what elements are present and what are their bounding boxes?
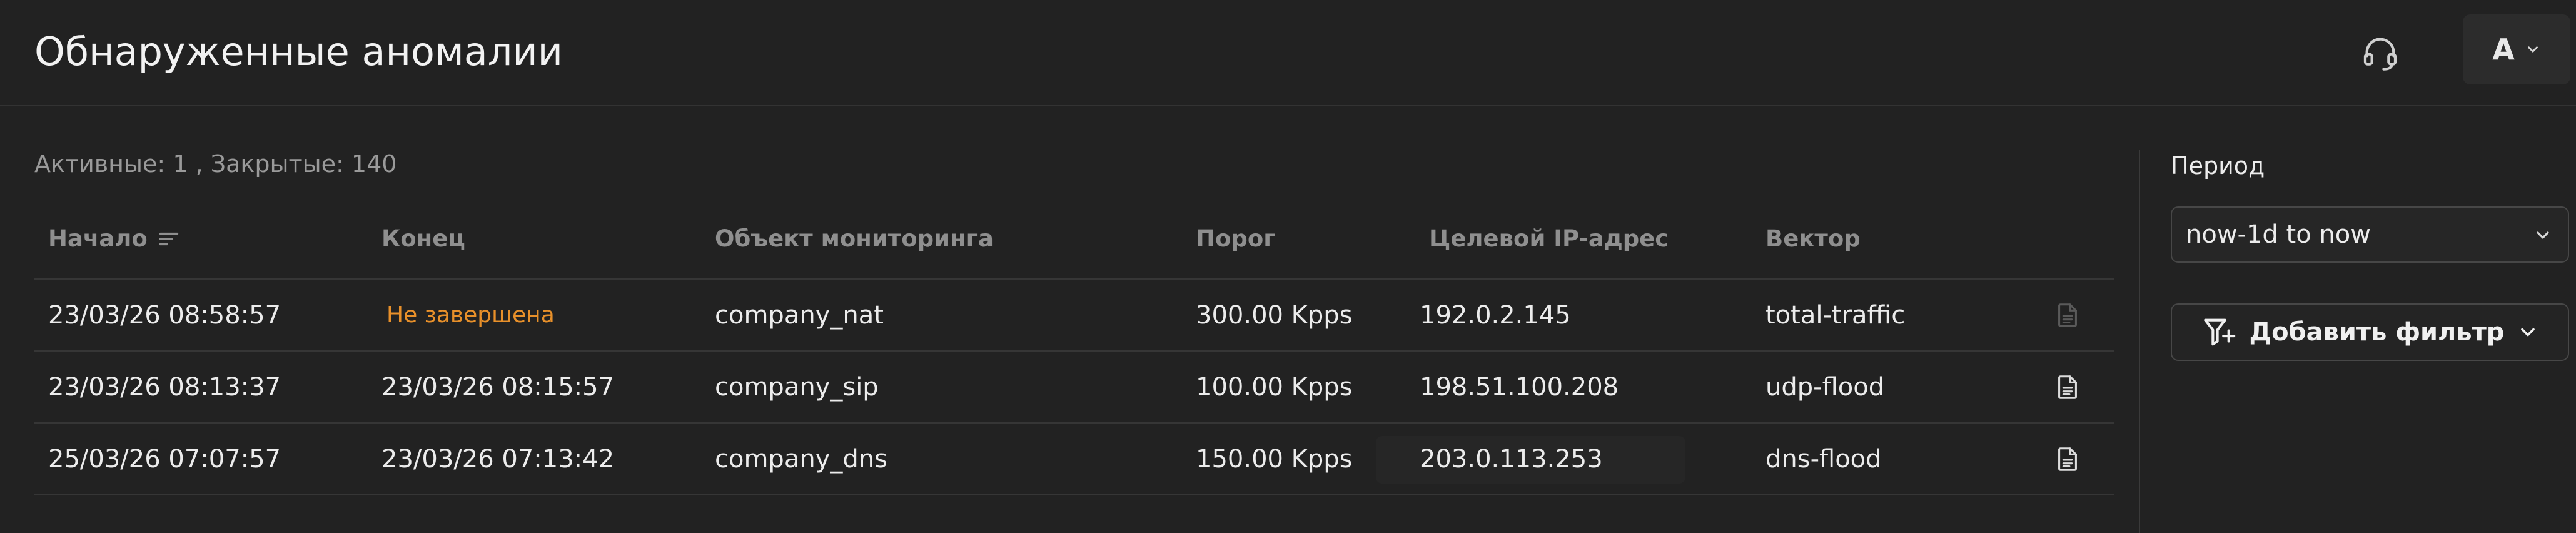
filter-plus-icon <box>2203 318 2235 346</box>
headset-icon <box>2363 38 2397 71</box>
column-header-target-ip: Целевой IP-адрес <box>1429 225 1669 252</box>
chevron-down-icon <box>2527 46 2538 53</box>
cell-target-ip[interactable]: 203.0.113.253 <box>1420 424 1603 494</box>
cell-start: 23/03/26 08:58:57 <box>48 300 281 330</box>
table-row[interactable]: 25/03/26 07:07:57 23/03/26 07:13:42 comp… <box>34 424 2114 495</box>
report-button[interactable] <box>2053 352 2082 422</box>
cell-threshold: 100.00 Kpps <box>1196 372 1353 402</box>
document-icon <box>2058 303 2077 327</box>
column-header-threshold: Порог <box>1196 225 1276 252</box>
document-icon <box>2058 447 2077 471</box>
report-button[interactable] <box>2053 280 2082 350</box>
closed-count: 140 <box>351 150 397 178</box>
column-header-vector: Вектор <box>1765 225 1861 252</box>
summary-separator: , <box>195 150 203 178</box>
add-filter-label: Добавить фильтр <box>2249 318 2505 347</box>
page-header: Обнаруженные аномалии A <box>0 0 2576 106</box>
cell-object: company_nat <box>715 300 884 330</box>
document-icon <box>2058 375 2077 399</box>
cell-vector: dns-flood <box>1765 444 1882 474</box>
table-row[interactable]: 23/03/26 08:58:57 Не завершена company_n… <box>34 280 2114 352</box>
anomaly-summary: Активные: 1 , Закрытые: 140 <box>34 150 397 178</box>
period-value: now-1d to now <box>2186 220 2371 249</box>
cell-target-ip: 192.0.2.145 <box>1420 300 1571 330</box>
avatar: A <box>2492 33 2515 66</box>
cell-threshold: 300.00 Kpps <box>1196 300 1353 330</box>
anomalies-table: Начало Конец Объект мониторинга Порог Це… <box>34 206 2114 495</box>
table-header: Начало Конец Объект мониторинга Порог Це… <box>34 206 2114 280</box>
cell-vector: total-traffic <box>1765 300 1906 330</box>
table-row[interactable]: 23/03/26 08:13:37 23/03/26 08:15:57 comp… <box>34 352 2114 424</box>
cell-end: 23/03/26 07:13:42 <box>381 444 615 474</box>
cell-target-ip: 198.51.100.208 <box>1420 372 1619 402</box>
status-badge: Не завершена <box>386 302 555 328</box>
column-header-end: Конец <box>381 225 465 252</box>
cell-object: company_sip <box>715 372 879 402</box>
add-filter-button[interactable]: Добавить фильтр <box>2171 303 2569 361</box>
active-count: 1 <box>173 150 188 178</box>
cell-end: 23/03/26 08:15:57 <box>381 372 615 402</box>
chevron-down-icon <box>2521 328 2535 337</box>
panel-divider <box>2139 150 2140 533</box>
user-menu-button[interactable]: A <box>2463 14 2570 84</box>
cell-threshold: 150.00 Kpps <box>1196 444 1353 474</box>
cell-start: 23/03/26 08:13:37 <box>48 372 281 402</box>
chevron-down-icon <box>2537 231 2549 239</box>
active-label: Активные: <box>34 150 166 178</box>
cell-object: company_dns <box>715 444 887 474</box>
cell-vector: udp-flood <box>1765 372 1885 402</box>
closed-label: Закрытые: <box>210 150 344 178</box>
report-button[interactable] <box>2053 424 2082 494</box>
page-title: Обнаруженные аномалии <box>34 29 563 74</box>
period-select[interactable]: now-1d to now <box>2171 206 2569 263</box>
sort-icon[interactable] <box>156 226 181 251</box>
cell-start: 25/03/26 07:07:57 <box>48 444 281 474</box>
column-header-object: Объект мониторинга <box>715 225 994 252</box>
column-header-start[interactable]: Начало <box>48 225 181 252</box>
period-label: Период <box>2171 152 2265 180</box>
support-button[interactable] <box>2358 30 2403 75</box>
